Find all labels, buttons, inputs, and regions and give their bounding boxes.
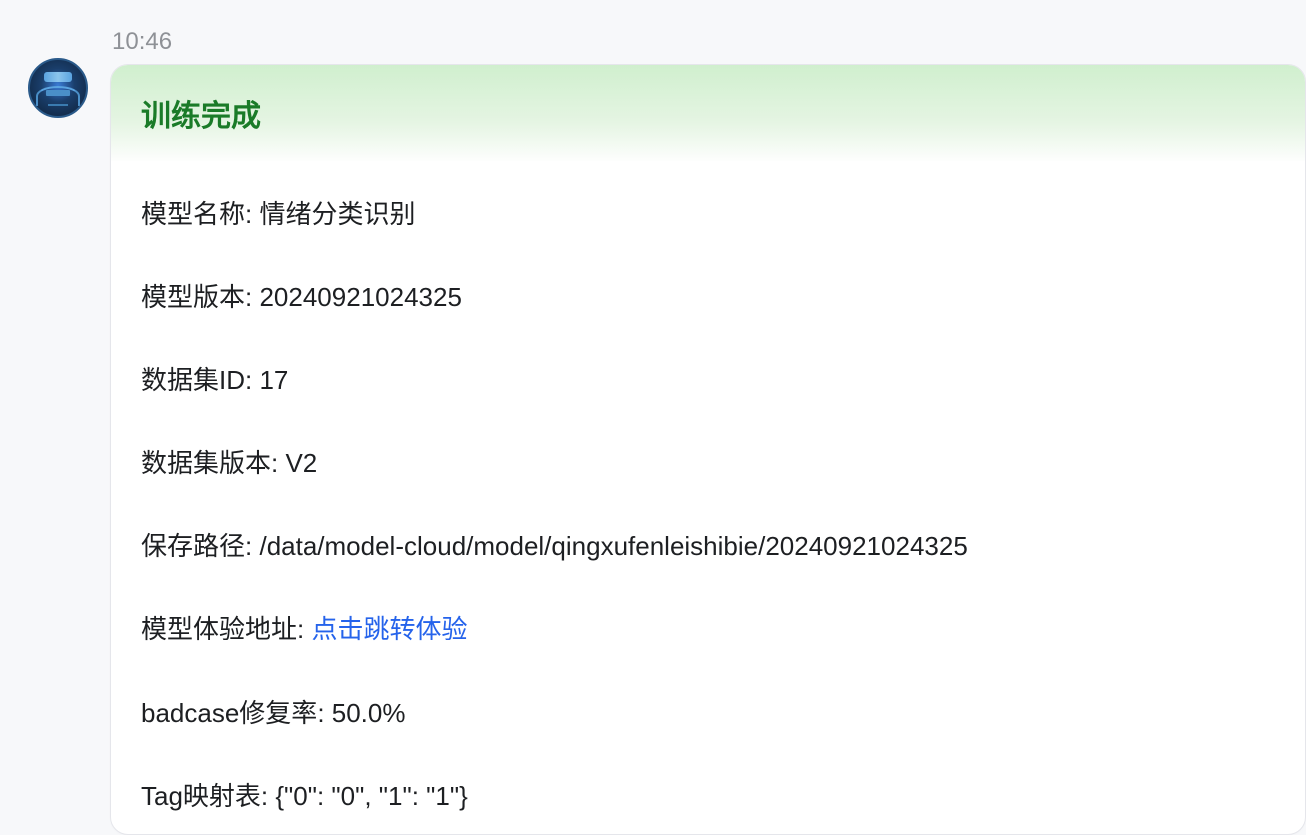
dataset-version-row: 数据集版本: V2 (141, 446, 1275, 481)
model-name-row: 模型名称: 情绪分类识别 (141, 197, 1275, 232)
model-version-value: 20240921024325 (259, 282, 461, 312)
badcase-rate-row: badcase修复率: 50.0% (141, 696, 1275, 731)
save-path-row: 保存路径: /data/model-cloud/model/qingxufenl… (141, 529, 1275, 564)
notification-card: 训练完成 模型名称: 情绪分类识别 模型版本: 20240921024325 数… (110, 64, 1306, 835)
dataset-id-value: 17 (259, 365, 288, 395)
save-path-value: /data/model-cloud/model/qingxufenleishib… (259, 531, 967, 561)
dataset-version-label: 数据集版本 (141, 448, 271, 478)
model-name-label: 模型名称 (141, 199, 245, 229)
dataset-id-row: 数据集ID: 17 (141, 363, 1275, 398)
dataset-version-value: V2 (285, 448, 317, 478)
model-version-label: 模型版本 (141, 282, 245, 312)
tag-map-value: {"0": "0", "1": "1"} (275, 781, 467, 811)
card-title: 训练完成 (141, 91, 1275, 135)
model-version-row: 模型版本: 20240921024325 (141, 280, 1275, 315)
card-header: 训练完成 (111, 65, 1305, 161)
message-container: 10:46 训练完成 模型名称: 情绪分类识别 模型版本: 2024092102… (0, 0, 1306, 835)
timestamp: 10:46 (112, 28, 1306, 56)
badcase-rate-label: badcase修复率 (141, 698, 317, 728)
avatar (28, 58, 88, 118)
experience-url-link[interactable]: 点击跳转体验 (311, 614, 467, 644)
model-name-value: 情绪分类识别 (259, 199, 415, 229)
badcase-rate-value: 50.0% (332, 698, 406, 728)
save-path-label: 保存路径 (141, 531, 245, 561)
experience-url-label: 模型体验地址 (141, 614, 297, 644)
tag-map-label: Tag映射表 (141, 781, 261, 811)
card-body: 模型名称: 情绪分类识别 模型版本: 20240921024325 数据集ID:… (111, 161, 1305, 834)
dataset-id-label: 数据集ID (141, 365, 245, 395)
tag-map-row: Tag映射表: {"0": "0", "1": "1"} (141, 779, 1275, 814)
message-column: 10:46 训练完成 模型名称: 情绪分类识别 模型版本: 2024092102… (110, 28, 1306, 835)
experience-url-row: 模型体验地址: 点击跳转体验 (141, 612, 1275, 647)
